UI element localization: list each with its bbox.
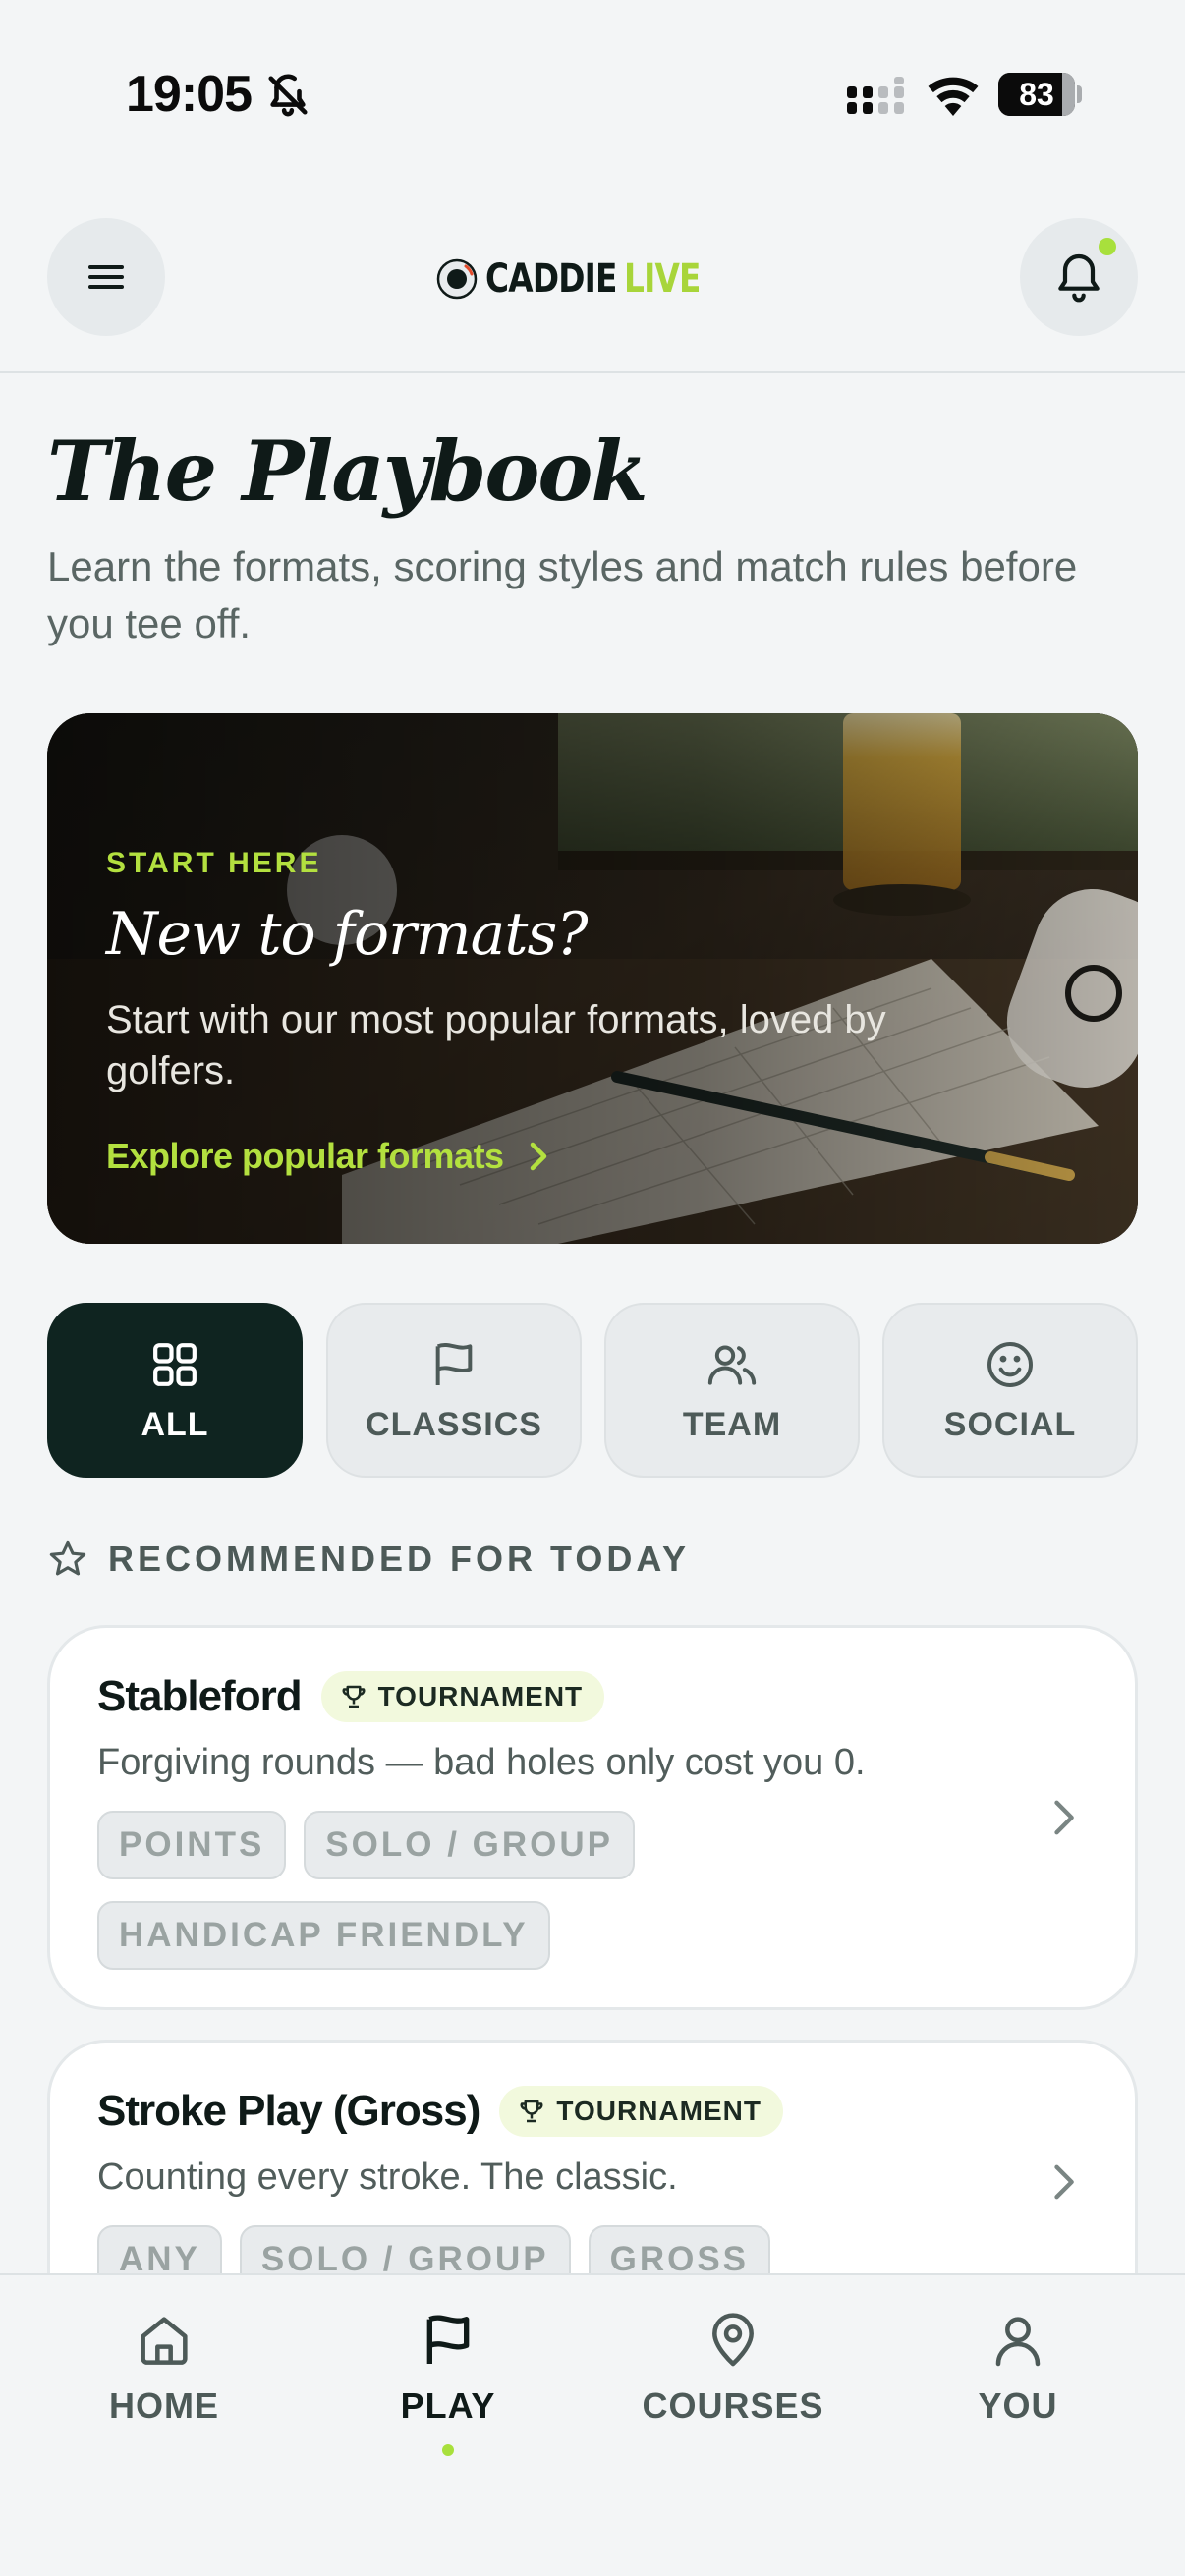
- nav-play-label: PLAY: [400, 2385, 496, 2426]
- badge-label: TOURNAMENT: [556, 2096, 762, 2126]
- nav-you[interactable]: YOU: [920, 2309, 1116, 2427]
- hamburger-icon: [88, 265, 124, 289]
- section-title: RECOMMENDED FOR TODAY: [108, 1539, 691, 1579]
- menu-button[interactable]: [47, 218, 165, 336]
- section-heading: RECOMMENDED FOR TODAY: [47, 1539, 690, 1580]
- nav-courses-label: COURSES: [642, 2385, 824, 2426]
- format-description: Forgiving rounds — bad holes only cost y…: [97, 1742, 866, 1783]
- filter-all-label: ALL: [141, 1405, 209, 1443]
- chevron-right-icon: [1054, 2164, 1074, 2200]
- hero-card[interactable]: START HERE New to formats? Start with ou…: [47, 713, 1138, 1244]
- brand-name: CADDIE: [485, 256, 617, 302]
- notifications-button[interactable]: [1020, 218, 1138, 336]
- explore-popular-formats-link[interactable]: Explore popular formats: [106, 1136, 549, 1177]
- card-title-row: Stableford TOURNAMENT: [97, 1671, 605, 1722]
- format-card-stableford[interactable]: Stableford TOURNAMENT Forgiving rounds —…: [47, 1625, 1138, 2010]
- nav-home-label: HOME: [109, 2385, 219, 2426]
- flag-icon: [435, 1342, 473, 1385]
- bell-icon: [1058, 253, 1100, 303]
- nav-home[interactable]: HOME: [66, 2309, 262, 2427]
- smile-icon: [988, 1341, 1033, 1387]
- battery-icon: 83: [998, 73, 1082, 116]
- nav-you-label: YOU: [978, 2385, 1058, 2426]
- filter-team[interactable]: TEAM: [604, 1303, 860, 1478]
- hero-description: Start with our most popular formats, lov…: [106, 998, 886, 1092]
- wifi-icon: [926, 73, 981, 116]
- signal-icon: [847, 77, 912, 116]
- map-pin-icon: [712, 2313, 754, 2367]
- status-time: 19:05: [126, 66, 253, 123]
- golf-ball-logo-icon: [436, 258, 478, 300]
- flag-icon: [426, 2315, 470, 2364]
- hero-title: New to formats?: [106, 900, 588, 969]
- status-bar: 19:05 83: [0, 0, 1185, 147]
- star-icon: [49, 1540, 86, 1576]
- chevron-right-icon: [1054, 1800, 1074, 1835]
- page-title: The Playbook: [47, 422, 649, 520]
- filter-classics-label: CLASSICS: [366, 1405, 542, 1443]
- badge-label: TOURNAMENT: [377, 1681, 584, 1711]
- tournament-badge: TOURNAMENT: [320, 1671, 605, 1722]
- trophy-icon: [342, 1685, 366, 1708]
- filter-team-label: TEAM: [682, 1405, 782, 1443]
- hero-eyebrow: START HERE: [106, 847, 322, 879]
- filter-social[interactable]: SOCIAL: [882, 1303, 1138, 1478]
- page-subtitle: Learn the formats, scoring styles and ma…: [47, 543, 1078, 646]
- nav-courses[interactable]: COURSES: [635, 2309, 831, 2427]
- format-filters: ALL CLASSICS TEAM SOCIAL: [47, 1303, 1138, 1478]
- user-icon: [995, 2317, 1041, 2367]
- brand-logo: CADDIE LIVE: [436, 250, 717, 308]
- brand-suffix: LIVE: [623, 256, 701, 302]
- filter-classics[interactable]: CLASSICS: [326, 1303, 582, 1478]
- format-title: Stroke Play (Gross): [97, 2087, 480, 2135]
- format-tags: POINTS SOLO / GROUP HANDICAP FRIENDLY: [97, 1811, 1021, 1970]
- chevron-right-icon: [530, 1142, 546, 1171]
- card-title-row: Stroke Play (Gross) TOURNAMENT: [97, 2086, 783, 2137]
- active-indicator: [442, 2444, 454, 2456]
- users-icon: [707, 1345, 757, 1385]
- format-description: Counting every stroke. The classic.: [97, 2156, 678, 2198]
- battery-level: 83: [1019, 77, 1054, 112]
- app-header: CADDIE LIVE: [0, 196, 1185, 373]
- format-tag: HANDICAP FRIENDLY: [97, 1901, 550, 1970]
- trophy-icon: [520, 2100, 543, 2123]
- home-icon: [141, 2317, 188, 2365]
- tournament-badge: TOURNAMENT: [499, 2086, 783, 2137]
- format-tag: POINTS: [97, 1811, 287, 1879]
- format-title: Stableford: [97, 1672, 303, 1720]
- format-tag: SOLO / GROUP: [304, 1811, 635, 1879]
- nav-play[interactable]: PLAY: [350, 2309, 546, 2456]
- grid-icon: [153, 1342, 197, 1386]
- filter-social-label: SOCIAL: [943, 1405, 1077, 1443]
- bottom-navigation: HOME PLAY COURSES YOU: [0, 2273, 1185, 2576]
- notification-badge: [1099, 238, 1116, 255]
- bell-muted-icon: [265, 73, 310, 118]
- hero-link-label: Explore popular formats: [106, 1136, 504, 1176]
- filter-all[interactable]: ALL: [47, 1303, 303, 1478]
